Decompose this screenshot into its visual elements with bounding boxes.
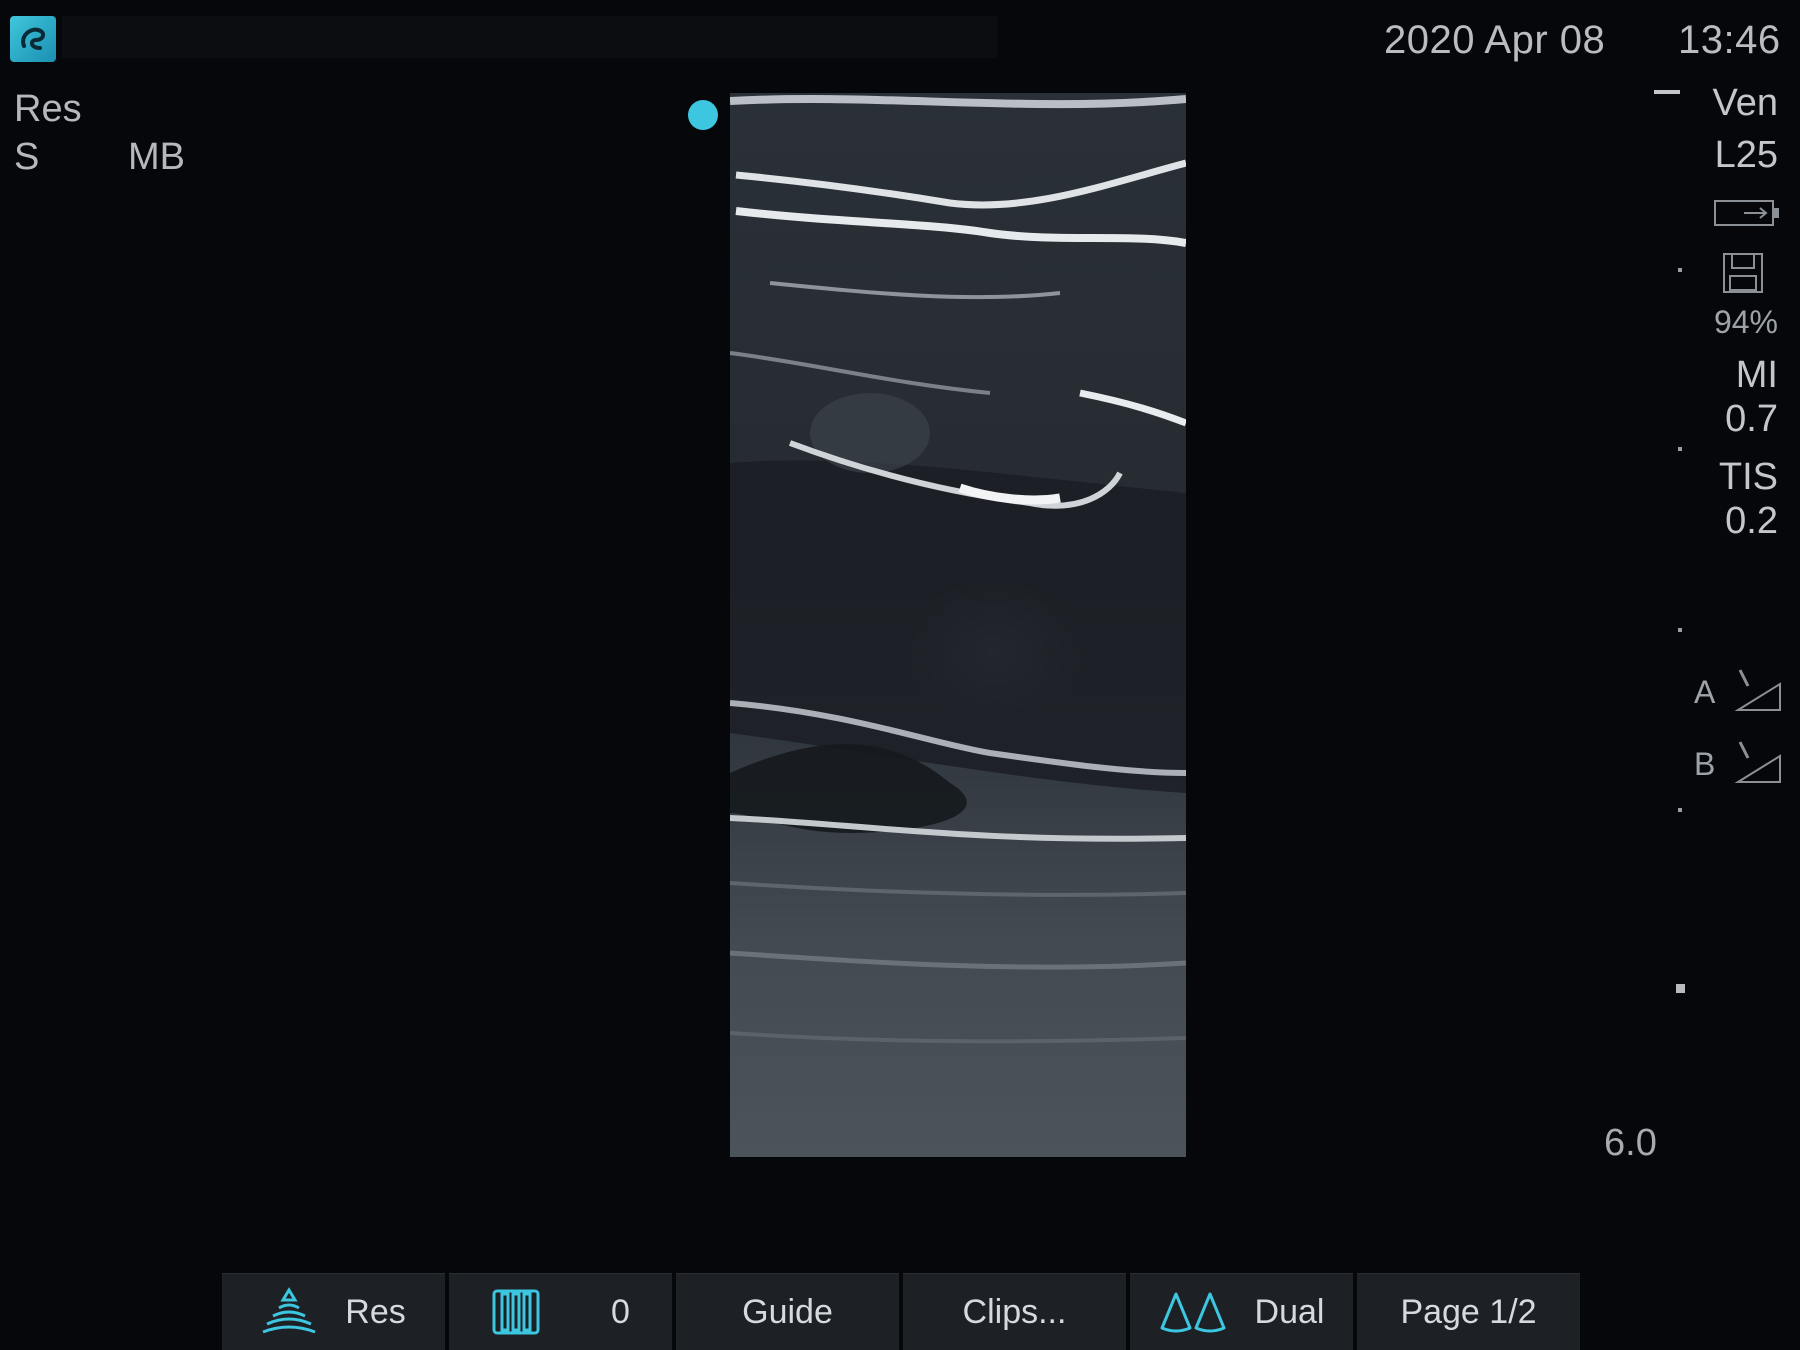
depth-scale-tick (1678, 808, 1682, 812)
ultrasound-image (730, 93, 1186, 1157)
battery-icon (1714, 198, 1780, 233)
focus-a-label: A (1694, 674, 1716, 710)
dual-softkey[interactable]: Dual (1130, 1273, 1353, 1350)
guide-softkey[interactable]: Guide (676, 1273, 899, 1350)
depth-readout: 6.0 (1604, 1122, 1657, 1164)
focal-zone-marker (1676, 984, 1685, 993)
mi-value: 0.7 (1725, 398, 1778, 440)
res-softkey[interactable]: Res (222, 1273, 445, 1350)
depth-scale-tick (1678, 268, 1682, 272)
imaging-setting-s: S (14, 136, 40, 178)
page-softkey-label: Page 1/2 (1400, 1292, 1537, 1331)
needle-profile-softkey-label: 0 (611, 1292, 630, 1331)
focus-b-label: B (1694, 746, 1716, 782)
res-softkey-label: Res (345, 1292, 406, 1331)
page-softkey[interactable]: Page 1/2 (1357, 1273, 1580, 1350)
guide-softkey-label: Guide (742, 1292, 833, 1331)
tis-value: 0.2 (1725, 500, 1778, 542)
imaging-mode-label: Res (14, 88, 82, 130)
softkey-bar: Res 0 Guide Clips... Dual Page 1/2 (222, 1273, 1580, 1350)
clips-softkey[interactable]: Clips... (903, 1273, 1126, 1350)
orientation-marker (688, 100, 718, 130)
depth-scale-tick (1678, 628, 1682, 632)
steer-angle-a-icon (1734, 666, 1784, 717)
needle-profile-icon (491, 1288, 541, 1336)
needle-profile-softkey[interactable]: 0 (449, 1273, 672, 1350)
depth-scale-tick (1678, 447, 1682, 451)
tis-label: TIS (1718, 456, 1778, 498)
exam-type-label: Ven (1712, 82, 1778, 124)
app-logo-icon (10, 16, 56, 62)
resolution-fan-icon (261, 1286, 317, 1338)
title-strip (62, 16, 997, 58)
dual-image-icon (1159, 1290, 1227, 1334)
storage-percent: 94% (1713, 304, 1778, 340)
storage-icon (1722, 252, 1764, 299)
mi-label: MI (1735, 354, 1778, 396)
date-readout: 2020 Apr 08 (1384, 18, 1606, 62)
imaging-setting-mb: MB (128, 136, 185, 178)
dual-softkey-label: Dual (1254, 1292, 1325, 1331)
transducer-label: L25 (1714, 134, 1778, 176)
clips-softkey-label: Clips... (962, 1292, 1067, 1331)
scale-top-tick (1654, 90, 1680, 94)
steer-angle-b-icon (1734, 738, 1784, 789)
time-readout: 13:46 (1678, 18, 1781, 62)
